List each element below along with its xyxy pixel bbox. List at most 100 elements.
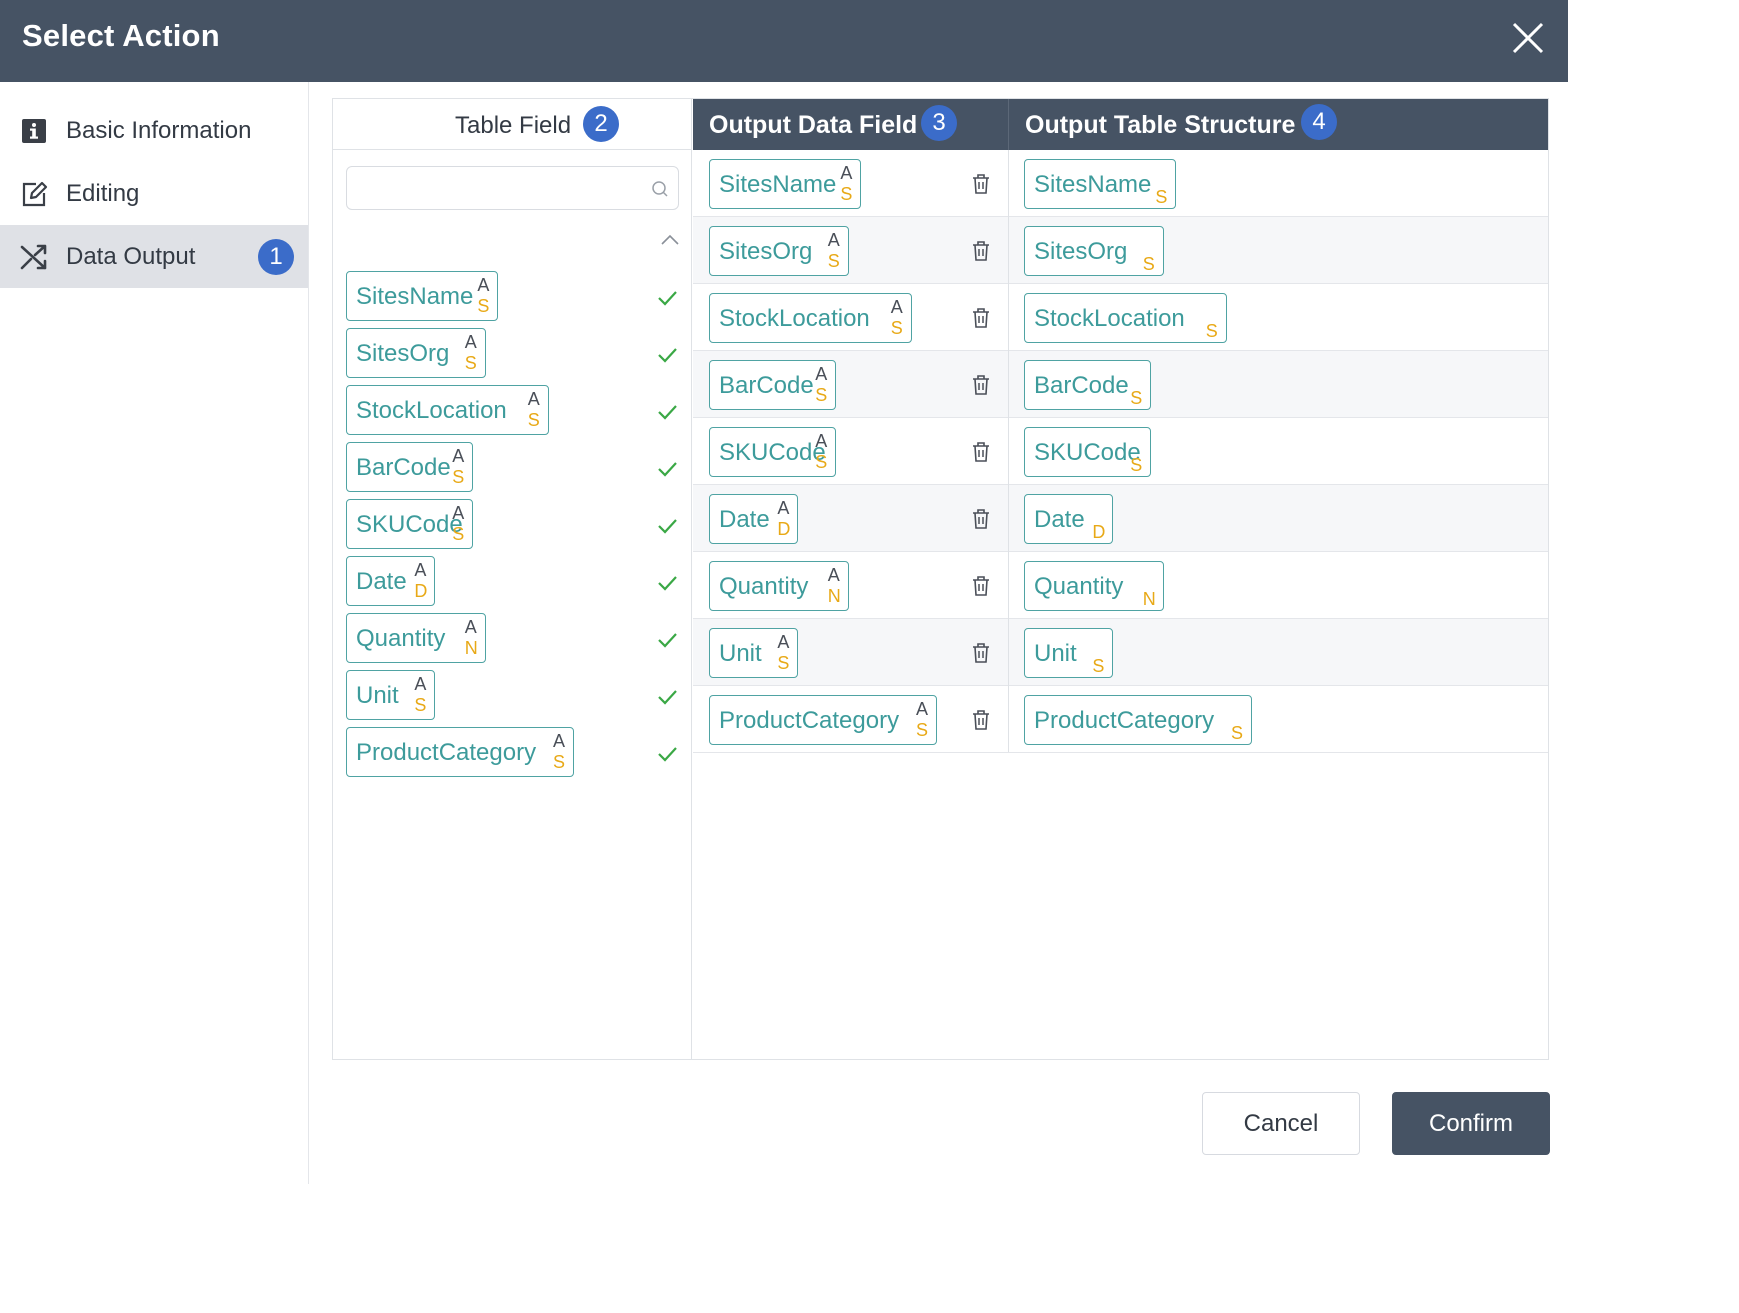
field-name: Date — [719, 506, 770, 533]
field-type-letter: S — [477, 296, 490, 316]
field-tag[interactable]: Date D — [1024, 494, 1113, 544]
field-type-letter: S — [1142, 254, 1155, 274]
field-tag[interactable]: StockLocation S — [1024, 293, 1227, 343]
output-data-field-header: Output Data Field 3 — [693, 99, 1008, 150]
field-tag[interactable]: SitesOrg A S — [346, 328, 486, 378]
field-type-letter: S — [464, 353, 477, 373]
field-alias-letter: A — [840, 163, 853, 183]
field-name: SitesOrg — [356, 340, 450, 367]
field-tag[interactable]: SitesOrg A S — [709, 226, 849, 276]
table-field-title: Table Field — [455, 112, 572, 139]
field-tag[interactable]: ProductCategory S — [1024, 695, 1252, 745]
select-action-dialog: Select Action Basic Information Editing — [0, 0, 1568, 1184]
trash-icon[interactable] — [969, 172, 993, 196]
field-name: ProductCategory — [719, 707, 900, 734]
field-tag[interactable]: ProductCategory A S — [709, 695, 937, 745]
field-alias-letter: A — [827, 230, 840, 250]
field-name: ProductCategory — [1034, 707, 1215, 734]
field-name: Quantity — [719, 573, 809, 600]
field-tag[interactable]: Unit S — [1024, 628, 1113, 678]
sidebar-item-basic-information[interactable]: Basic Information — [0, 99, 308, 162]
trash-icon[interactable] — [969, 440, 993, 464]
close-icon[interactable] — [1508, 18, 1548, 58]
trash-icon[interactable] — [969, 306, 993, 330]
check-icon — [658, 291, 677, 306]
search-input[interactable] — [346, 166, 679, 210]
field-tag[interactable]: ProductCategory A S — [346, 727, 574, 777]
field-name: StockLocation — [719, 305, 870, 332]
field-alias-letter: A — [464, 332, 477, 352]
field-tag[interactable]: BarCode A S — [346, 442, 473, 492]
sidebar-item-editing[interactable]: Editing — [0, 162, 308, 225]
trash-icon[interactable] — [969, 708, 993, 732]
check-icon — [658, 348, 677, 363]
field-alias-letter: A — [777, 498, 790, 518]
field-alias-letter: A — [777, 632, 790, 652]
trash-icon[interactable] — [969, 239, 993, 263]
field-type-letter: S — [840, 184, 853, 204]
field-type-letter: D — [777, 519, 791, 539]
sidebar-item-data-output[interactable]: Data Output 1 — [0, 225, 308, 288]
field-tag[interactable]: BarCode S — [1024, 360, 1151, 410]
field-alias-letter: A — [452, 503, 465, 523]
field-name: SitesOrg — [1034, 238, 1128, 265]
field-alias-letter: A — [452, 446, 465, 466]
output-table-structure-header: Output Table Structure 4 — [1008, 99, 1548, 150]
field-alias-letter: A — [815, 364, 828, 384]
field-tag[interactable]: SitesName S — [1024, 159, 1176, 209]
field-name: SitesName — [1034, 171, 1152, 198]
field-tag[interactable]: StockLocation A S — [346, 385, 549, 435]
field-type-letter: S — [414, 695, 427, 715]
field-type-letter: S — [1231, 723, 1244, 743]
field-type-letter: N — [464, 638, 478, 658]
field-alias-letter: A — [916, 699, 929, 719]
chevron-up-icon[interactable] — [659, 232, 681, 248]
sidebar-item-label: Editing — [66, 179, 140, 207]
field-tag[interactable]: SitesName A S — [346, 271, 498, 321]
dialog-header: Select Action — [0, 0, 1568, 82]
check-icon — [658, 519, 677, 534]
trash-icon[interactable] — [969, 641, 993, 665]
field-alias-letter: A — [890, 297, 903, 317]
field-tag[interactable]: StockLocation A S — [709, 293, 912, 343]
field-tag[interactable]: Quantity A N — [346, 613, 486, 663]
field-type-letter: N — [827, 586, 841, 606]
field-alias-letter: A — [527, 389, 540, 409]
field-name: BarCode — [1034, 372, 1129, 399]
trash-icon[interactable] — [969, 574, 993, 598]
field-tag[interactable]: Unit A S — [346, 670, 435, 720]
field-name: SitesOrg — [719, 238, 813, 265]
field-tag[interactable]: Date A D — [346, 556, 435, 606]
confirm-button[interactable]: Confirm — [1392, 1092, 1550, 1155]
field-tag[interactable]: Quantity A N — [709, 561, 849, 611]
field-type-letter: S — [1205, 321, 1218, 341]
field-tag[interactable]: SKUCode S — [1024, 427, 1151, 477]
sidebar-item-label: Basic Information — [66, 116, 252, 144]
field-tag[interactable]: BarCode A S — [709, 360, 836, 410]
table-field-header: Table Field 2 — [333, 99, 692, 150]
field-tag[interactable]: SitesOrg S — [1024, 226, 1164, 276]
step-badge: 1 — [258, 239, 294, 275]
field-name: BarCode — [719, 372, 814, 399]
cancel-button[interactable]: Cancel — [1202, 1092, 1360, 1155]
field-type-letter: S — [1130, 455, 1143, 475]
field-tag[interactable]: SitesName A S — [709, 159, 861, 209]
search-icon — [652, 181, 668, 197]
field-tag[interactable]: Unit A S — [709, 628, 798, 678]
field-alias-letter: A — [464, 617, 477, 637]
trash-icon[interactable] — [969, 373, 993, 397]
field-tag[interactable]: Date A D — [709, 494, 798, 544]
field-alias-letter: A — [827, 565, 840, 585]
field-name: SKUCode — [719, 439, 826, 466]
info-icon — [22, 119, 46, 143]
step-badge: 2 — [583, 106, 619, 142]
trash-icon[interactable] — [969, 507, 993, 531]
field-tag[interactable]: Quantity N — [1024, 561, 1164, 611]
field-tag[interactable]: SKUCode A S — [346, 499, 473, 549]
field-type-letter: S — [1155, 187, 1168, 207]
check-icon — [658, 747, 677, 762]
field-tag[interactable]: SKUCode A S — [709, 427, 836, 477]
field-mapping-panel: Table Field 2 SitesName A S SitesOrg A S Stock… — [332, 98, 1549, 1060]
table-field-column: Table Field 2 SitesName A S SitesOrg A S Stock… — [333, 99, 692, 1059]
field-type-letter: S — [553, 752, 566, 772]
